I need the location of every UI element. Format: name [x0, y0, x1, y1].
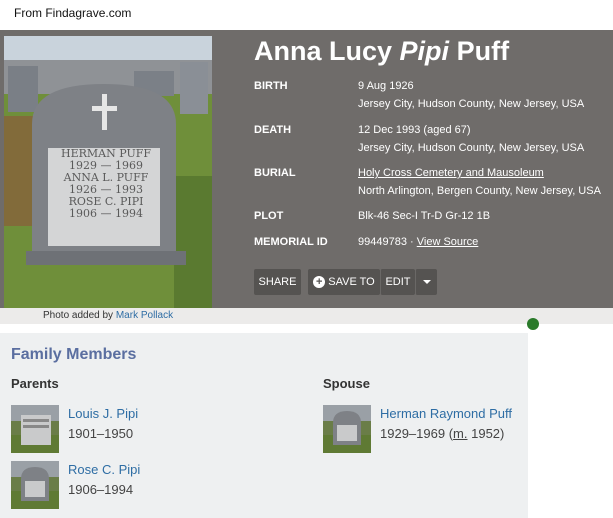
plot-value: Blk-46 Sec-I Tr-D Gr-12 1B	[358, 210, 491, 222]
death-date: 12 Dec 1993 (aged 67)	[358, 124, 471, 136]
status-dot-icon	[527, 318, 539, 330]
parent-thumbnail[interactable]	[11, 405, 59, 453]
photo-author-link[interactable]: Mark Pollack	[116, 310, 173, 321]
caret-down-icon	[422, 280, 431, 284]
family-members-heading: Family Members	[11, 346, 137, 363]
memorial-photo[interactable]: HERMAN PUFF 1929 — 1969 ANNA L. PUFF 192…	[4, 36, 212, 308]
burial-place: North Arlington, Bergen County, New Jers…	[358, 185, 601, 197]
gravestone-thumbnail-icon	[323, 405, 371, 453]
marriage-year: 1952)	[467, 426, 505, 441]
photo-caption: Photo added by Mark Pollack	[0, 308, 613, 324]
memorial-id-label: MEMORIAL ID	[254, 236, 328, 248]
death-place: Jersey City, Hudson County, New Jersey, …	[358, 142, 585, 154]
birth-date: 9 Aug 1926	[358, 80, 414, 92]
save-to-button[interactable]: + SAVE TO	[308, 269, 380, 295]
parent-thumbnail[interactable]	[11, 461, 59, 509]
memorial-name: Anna Lucy Pipi Puff	[254, 36, 509, 67]
burial-label: BURIAL	[254, 167, 296, 179]
spouse-dates: 1929–1969	[380, 426, 446, 441]
memorial-id-value: 99449783	[358, 236, 407, 248]
memorial-id-separator: ·	[410, 236, 414, 248]
marriage-abbr: m.	[453, 426, 468, 441]
more-options-button[interactable]	[415, 269, 437, 295]
inscription-line: 1906 — 1994	[69, 207, 143, 220]
parent-dates: 1906–1994	[68, 482, 134, 497]
parents-label: Parents	[11, 376, 59, 391]
name-first: Anna Lucy	[254, 36, 393, 66]
source-note: From Findagrave.com	[14, 6, 132, 20]
gravestone-thumbnail-icon	[11, 461, 59, 509]
share-button[interactable]: SHARE	[254, 269, 301, 295]
burial-cemetery-link[interactable]: Holy Cross Cemetery and Mausoleum	[358, 167, 544, 179]
name-last: Puff	[456, 36, 510, 66]
death-label: DEATH	[254, 124, 292, 136]
gravestone-thumbnail-icon	[11, 405, 59, 453]
share-button-label: SHARE	[258, 276, 297, 288]
spouse-name-link[interactable]: Herman Raymond Puff	[380, 406, 512, 421]
memorial-id-row: 99449783 · View Source	[358, 236, 478, 248]
save-to-label: SAVE TO	[328, 276, 375, 288]
view-source-link[interactable]: View Source	[417, 236, 479, 248]
plus-circle-icon: +	[313, 276, 326, 288]
parent-dates: 1901–1950	[68, 426, 134, 441]
photo-caption-prefix: Photo added by	[43, 310, 114, 321]
birth-place: Jersey City, Hudson County, New Jersey, …	[358, 98, 585, 110]
plot-label: PLOT	[254, 210, 284, 222]
gravestone-inscription: HERMAN PUFF 1929 — 1969 ANNA L. PUFF 192…	[50, 148, 162, 220]
spouse-label: Spouse	[323, 376, 370, 391]
spouse-thumbnail[interactable]	[323, 405, 371, 453]
spouse-dates-row: 1929–1969 (m. 1952)	[380, 426, 504, 441]
name-maiden: Pipi	[399, 36, 450, 66]
edit-button[interactable]: EDIT	[380, 269, 415, 295]
parent-name-link[interactable]: Rose C. Pipi	[68, 462, 140, 477]
birth-label: BIRTH	[254, 80, 288, 92]
parent-name-link[interactable]: Louis J. Pipi	[68, 406, 138, 421]
edit-button-label: EDIT	[385, 276, 411, 288]
